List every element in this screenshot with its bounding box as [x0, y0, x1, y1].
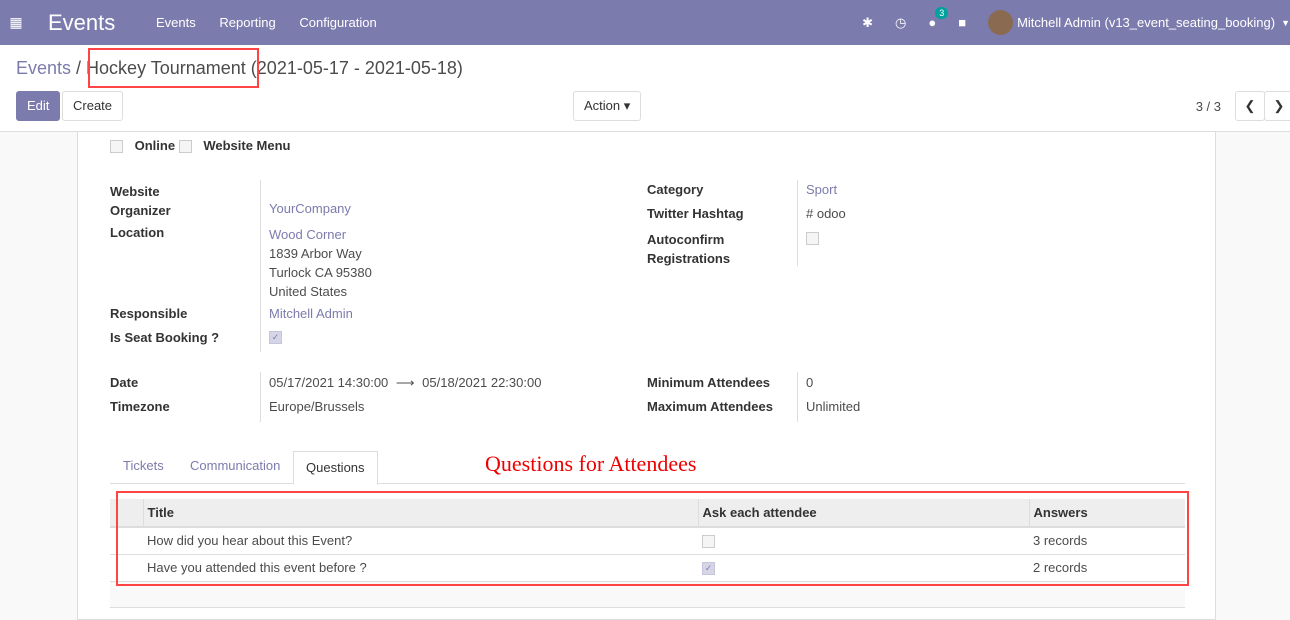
organizer-label: Website Organizer — [110, 184, 171, 218]
location-label: Location — [110, 225, 165, 240]
user-menu[interactable]: Mitchell Admin (v13_event_seating_bookin… — [1017, 15, 1275, 30]
create-button[interactable]: Create — [62, 91, 124, 121]
pager-next-button[interactable]: ❯ — [1264, 91, 1290, 121]
gift-icon[interactable]: ■ — [958, 15, 966, 30]
menu-events[interactable]: Events — [156, 15, 196, 30]
action-label: Action — [584, 98, 621, 113]
chat-icon[interactable]: ● 3 — [928, 7, 949, 30]
timezone-field[interactable]: Europe/Brussels — [269, 399, 364, 414]
activity-clock-icon[interactable]: ◷ — [895, 15, 906, 31]
seat-booking-checkbox[interactable]: ✓ — [269, 331, 282, 345]
avatar[interactable] — [988, 10, 1014, 35]
address-line: 1839 Arbor Way — [269, 246, 362, 261]
category-label: Category — [647, 182, 704, 197]
action-button[interactable]: Action ▾ — [573, 91, 642, 121]
address-line: Turlock CA 95380 — [269, 265, 372, 280]
date-label: Date — [110, 375, 139, 390]
min-attendees-label: Minimum Attendees — [647, 375, 771, 390]
main-menu: Events Reporting Configuration — [156, 15, 397, 30]
responsible-field[interactable]: Mitchell Admin — [269, 306, 353, 321]
hashtag-label: Twitter Hashtag — [647, 206, 744, 221]
tab-communication[interactable]: Communication — [190, 458, 280, 473]
responsible-label: Responsible — [110, 306, 188, 321]
organizer-field[interactable]: YourCompany — [269, 201, 351, 216]
online-label: Online — [134, 138, 176, 153]
chat-count-badge: 3 — [935, 7, 949, 19]
tab-tickets[interactable]: Tickets — [123, 458, 164, 473]
top-navbar: ▦ Events Events Reporting Configuration … — [0, 0, 1290, 45]
website-menu-checkbox[interactable] — [178, 140, 192, 154]
date-start[interactable]: 05/17/2021 14:30:00 — [269, 375, 388, 390]
website-menu-label: Website Menu — [203, 138, 291, 153]
apps-menu-icon[interactable]: ▦ — [0, 14, 32, 31]
tab-questions[interactable]: Questions — [293, 451, 378, 485]
debug-bug-icon[interactable]: ✱ — [862, 15, 873, 31]
address-line: United States — [269, 284, 348, 299]
breadcrumb-events[interactable]: Events — [16, 58, 71, 78]
date-end[interactable]: 05/18/2021 22:30:00 — [422, 375, 541, 390]
max-attendees-field[interactable]: Unlimited — [806, 399, 860, 414]
pager-previous-button[interactable]: ❮ — [1235, 91, 1265, 121]
location-field[interactable]: Wood Corner — [269, 225, 372, 244]
pager-value: 3 / 3 — [1195, 99, 1221, 114]
app-title: Events — [48, 9, 116, 35]
autoconfirm-label: Autoconfirm Registrations — [647, 232, 731, 266]
edit-button[interactable]: Edit — [16, 91, 61, 121]
highlight-box — [88, 48, 259, 88]
timezone-label: Timezone — [110, 399, 170, 414]
max-attendees-label: Maximum Attendees — [647, 399, 773, 414]
form-sheet: Online Website Menu Website Organizer Yo… — [77, 132, 1216, 620]
min-attendees-field[interactable]: 0 — [806, 375, 813, 390]
arrow-right-icon: ⟶ — [395, 375, 415, 390]
hashtag-field[interactable]: # odoo — [806, 206, 846, 221]
chevron-down-icon: ▼ — [1281, 17, 1290, 28]
annotation-label: Questions for Attendees — [485, 451, 697, 476]
autoconfirm-checkbox[interactable] — [806, 232, 819, 246]
category-field[interactable]: Sport — [806, 182, 837, 197]
highlight-box — [116, 491, 1189, 586]
menu-configuration[interactable]: Configuration — [299, 15, 376, 30]
online-checkbox[interactable] — [110, 140, 123, 154]
menu-reporting[interactable]: Reporting — [219, 15, 275, 30]
seat-booking-label: Is Seat Booking ? — [110, 330, 220, 345]
